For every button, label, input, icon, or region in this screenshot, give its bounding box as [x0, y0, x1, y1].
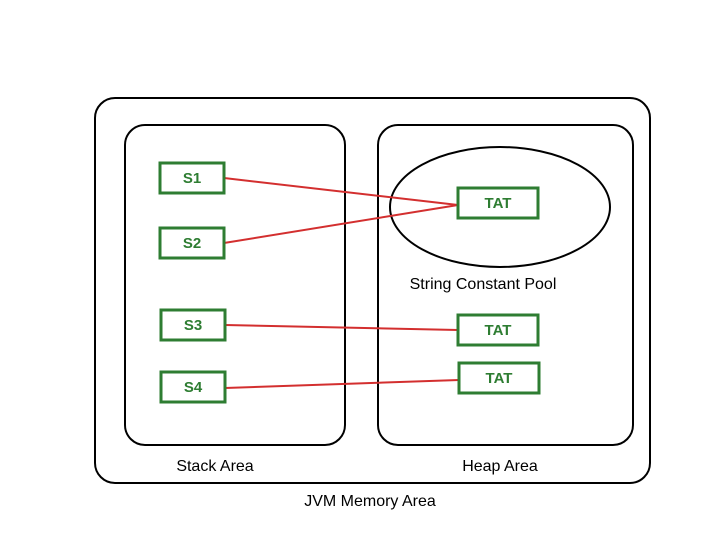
heap-area-label: Heap Area: [462, 458, 538, 475]
heap-item-tat3-label: TAT: [486, 370, 513, 387]
string-constant-pool-label: String Constant Pool: [410, 276, 557, 293]
line-s3-tat2: [225, 325, 458, 330]
stack-item-s3-label: S3: [184, 317, 202, 334]
stack-area-label: Stack Area: [176, 458, 253, 475]
line-s4-tat3: [225, 380, 459, 388]
jvm-memory-diagram: S1 S2 S3 S4 TAT TAT TAT String Constant …: [0, 0, 712, 541]
stack-area-box: [125, 125, 345, 445]
heap-item-tat1-label: TAT: [485, 195, 512, 212]
line-s1-tat1: [224, 178, 458, 205]
stack-item-s4-label: S4: [184, 379, 203, 396]
jvm-memory-area-label: JVM Memory Area: [304, 493, 436, 510]
stack-item-s1-label: S1: [183, 170, 201, 187]
line-s2-tat1: [224, 205, 458, 243]
jvm-memory-area-box: [95, 98, 650, 483]
heap-item-tat2-label: TAT: [485, 322, 512, 339]
stack-item-s2-label: S2: [183, 235, 201, 252]
